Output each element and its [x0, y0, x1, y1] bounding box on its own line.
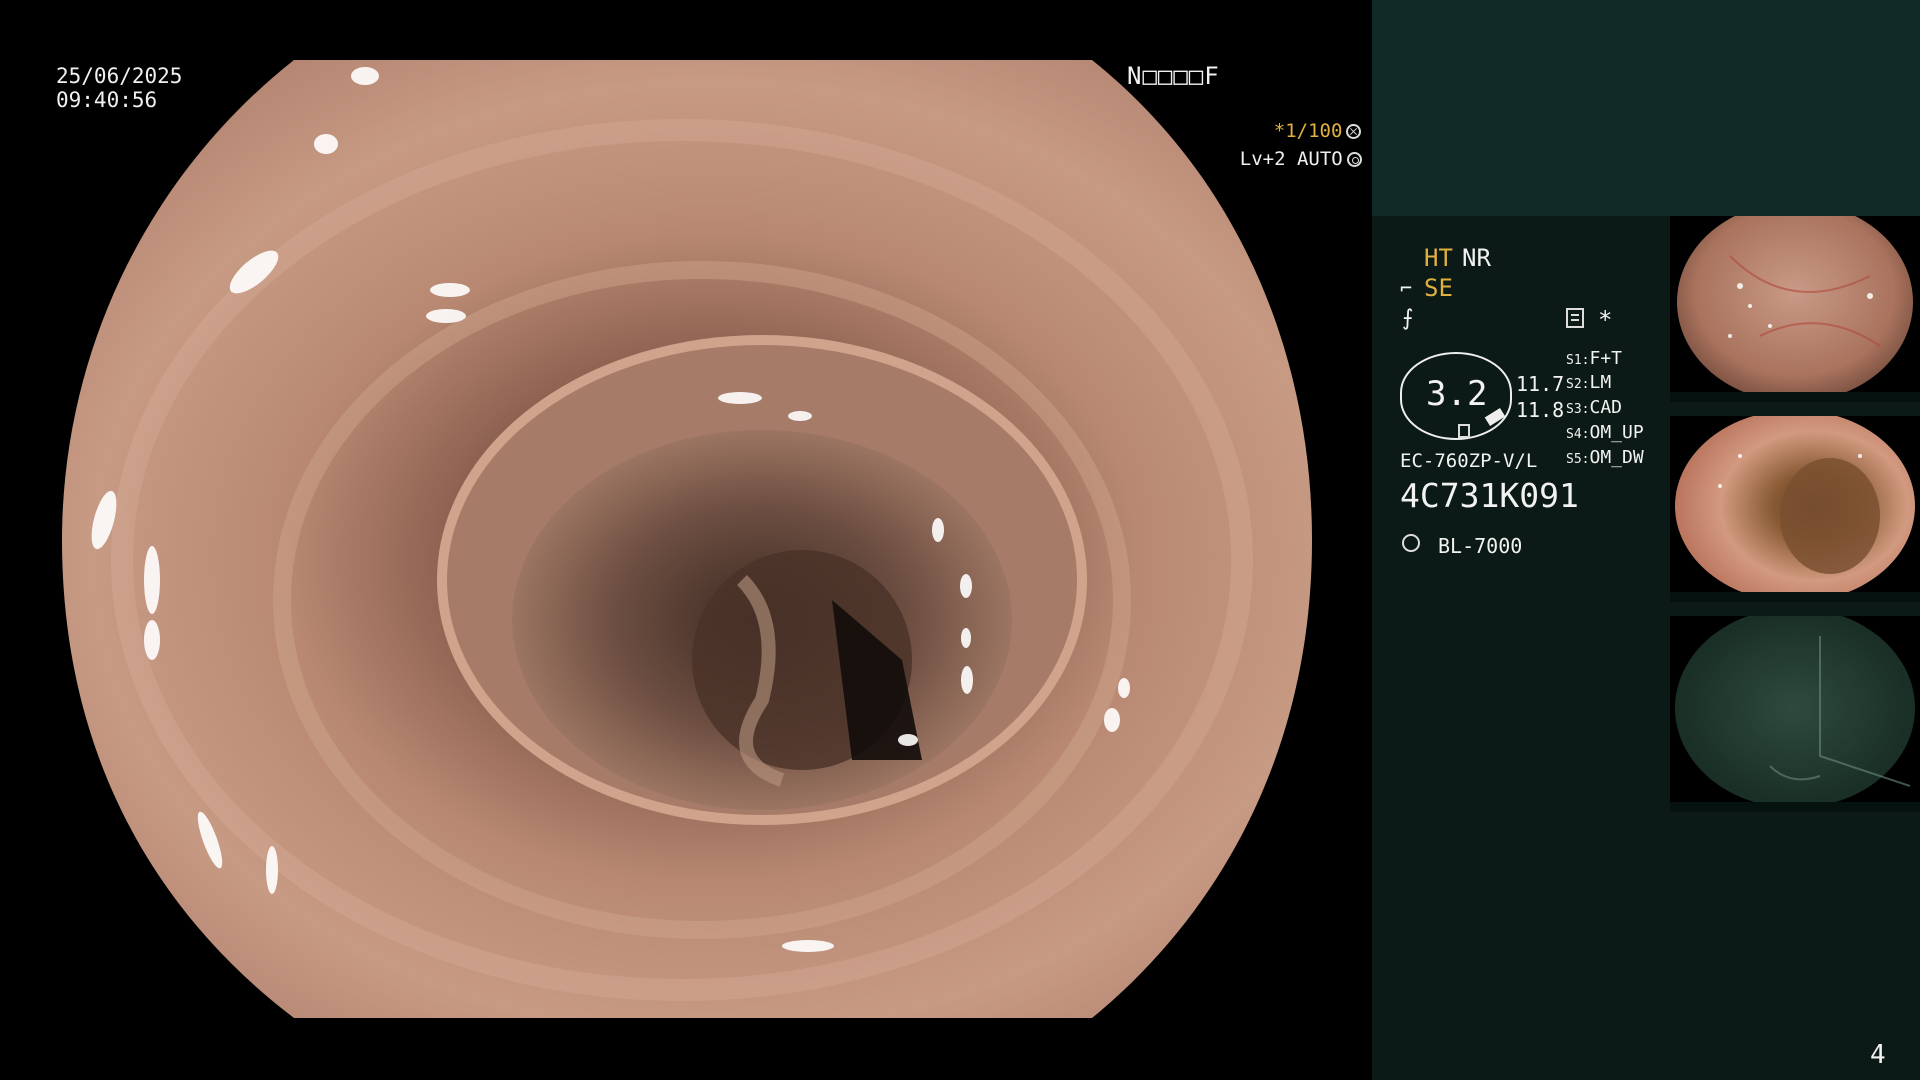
gauge-lower-value: 11.8	[1516, 398, 1565, 422]
thumbnail-picture	[1670, 216, 1920, 402]
thumbnail-picture	[1670, 616, 1920, 812]
endoscope-image	[62, 60, 1312, 1018]
gauge-upper-value: 11.7	[1516, 372, 1565, 396]
switch-row: S1:F+T	[1566, 348, 1622, 369]
thumbnail-footer	[1670, 592, 1920, 602]
thumbnail-picture	[1670, 416, 1920, 602]
switch-row: S2:LM	[1566, 372, 1612, 393]
thumbnail-footer	[1670, 392, 1920, 402]
thumbnail-image[interactable]	[1670, 416, 1920, 602]
panel-header-area	[1372, 0, 1920, 216]
switch-row: S4:OM_UP	[1566, 422, 1644, 443]
iris-icon	[1346, 152, 1362, 167]
gauge-square-icon	[1458, 424, 1470, 438]
patient-code: N□□□□F	[1127, 62, 1220, 90]
scope-serial: 4C731K091	[1400, 476, 1579, 515]
star-indicator: *	[1598, 306, 1613, 334]
structure-enhance-icon: ⌐	[1400, 276, 1413, 300]
switch-row: S3:CAD	[1566, 397, 1622, 418]
endoscope-view: 25/06/2025 09:40:56 N□□□□F *1/100 Lv+2 A…	[0, 0, 1372, 1080]
info-panel: HT NR ⌐ SE ⨍ * 3.2 11.7 11.8 S1:F+T S2:L…	[1372, 0, 1920, 1080]
se-indicator: SE	[1424, 274, 1453, 302]
brightness-level: Lv+2 AUTO	[1194, 126, 1362, 192]
ht-indicator: HT	[1424, 244, 1453, 272]
page-number: 4	[1870, 1040, 1886, 1070]
light-source-icon	[1402, 534, 1420, 552]
level-text: Lv+2 AUTO	[1239, 148, 1343, 170]
scope-model: EC-760ZP-V/L	[1400, 450, 1538, 472]
nr-indicator: NR	[1462, 244, 1491, 272]
filter-icon: ⨍	[1402, 306, 1414, 331]
thumbnail-image[interactable]	[1670, 216, 1920, 402]
memory-icon	[1566, 308, 1584, 328]
light-source: BL-7000	[1438, 534, 1523, 558]
time-readout: 09:40:56	[56, 88, 158, 112]
switch-row: S5:OM_DW	[1566, 447, 1644, 468]
date-readout: 25/06/2025	[56, 64, 183, 88]
thumbnail-image[interactable]	[1670, 616, 1920, 812]
zoom-value: 3.2	[1426, 374, 1488, 414]
thumbnail-footer	[1670, 802, 1920, 812]
